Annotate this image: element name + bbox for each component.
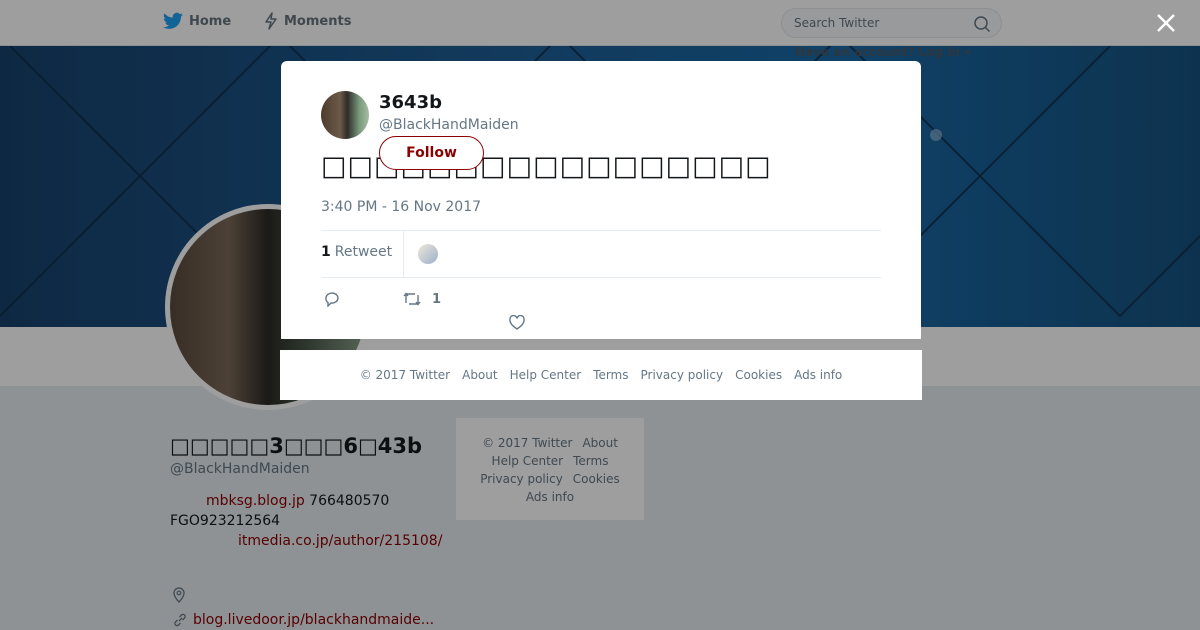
retweet-stat-label: Retweet [334, 244, 393, 260]
retweet-stat[interactable]: 1 Retweet [321, 244, 392, 260]
reply-button[interactable] [323, 291, 341, 307]
footer-privacy-link[interactable]: Privacy policy [641, 368, 724, 382]
follow-button[interactable]: Follow [379, 136, 484, 170]
heart-icon [509, 315, 525, 330]
close-icon[interactable] [1154, 11, 1178, 35]
footer-help-link[interactable]: Help Center [510, 368, 582, 382]
footer-copyright: © 2017 Twitter [359, 368, 451, 382]
tweet-timestamp[interactable]: 3:40 PM - 16 Nov 2017 [321, 199, 481, 215]
like-button[interactable] [508, 315, 526, 331]
tweet-author-handle[interactable]: @BlackHandMaiden [379, 117, 519, 133]
tweet-modal: 3643b @BlackHandMaiden □□□□□□□□□□□□□□□□□… [281, 61, 921, 339]
footer-about-link[interactable]: About [462, 368, 497, 382]
tweet-author-name[interactable]: 3643b [379, 92, 442, 113]
footer-terms-link[interactable]: Terms [593, 368, 628, 382]
tweet-stats: 1 Retweet [321, 230, 881, 278]
retweet-button[interactable]: 1 [402, 291, 441, 307]
stats-divider [403, 231, 404, 277]
retweeter-avatar[interactable] [418, 244, 438, 264]
retweet-action-count: 1 [432, 291, 442, 307]
tweet-author-avatar[interactable] [321, 91, 369, 139]
footer-cookies-link[interactable]: Cookies [735, 368, 782, 382]
footer-ads-link[interactable]: Ads info [794, 368, 842, 382]
reply-icon [325, 292, 339, 307]
retweet-icon [403, 292, 421, 306]
retweet-count: 1 [321, 244, 331, 260]
modal-footer: © 2017 Twitter About Help Center Terms P… [280, 350, 922, 400]
